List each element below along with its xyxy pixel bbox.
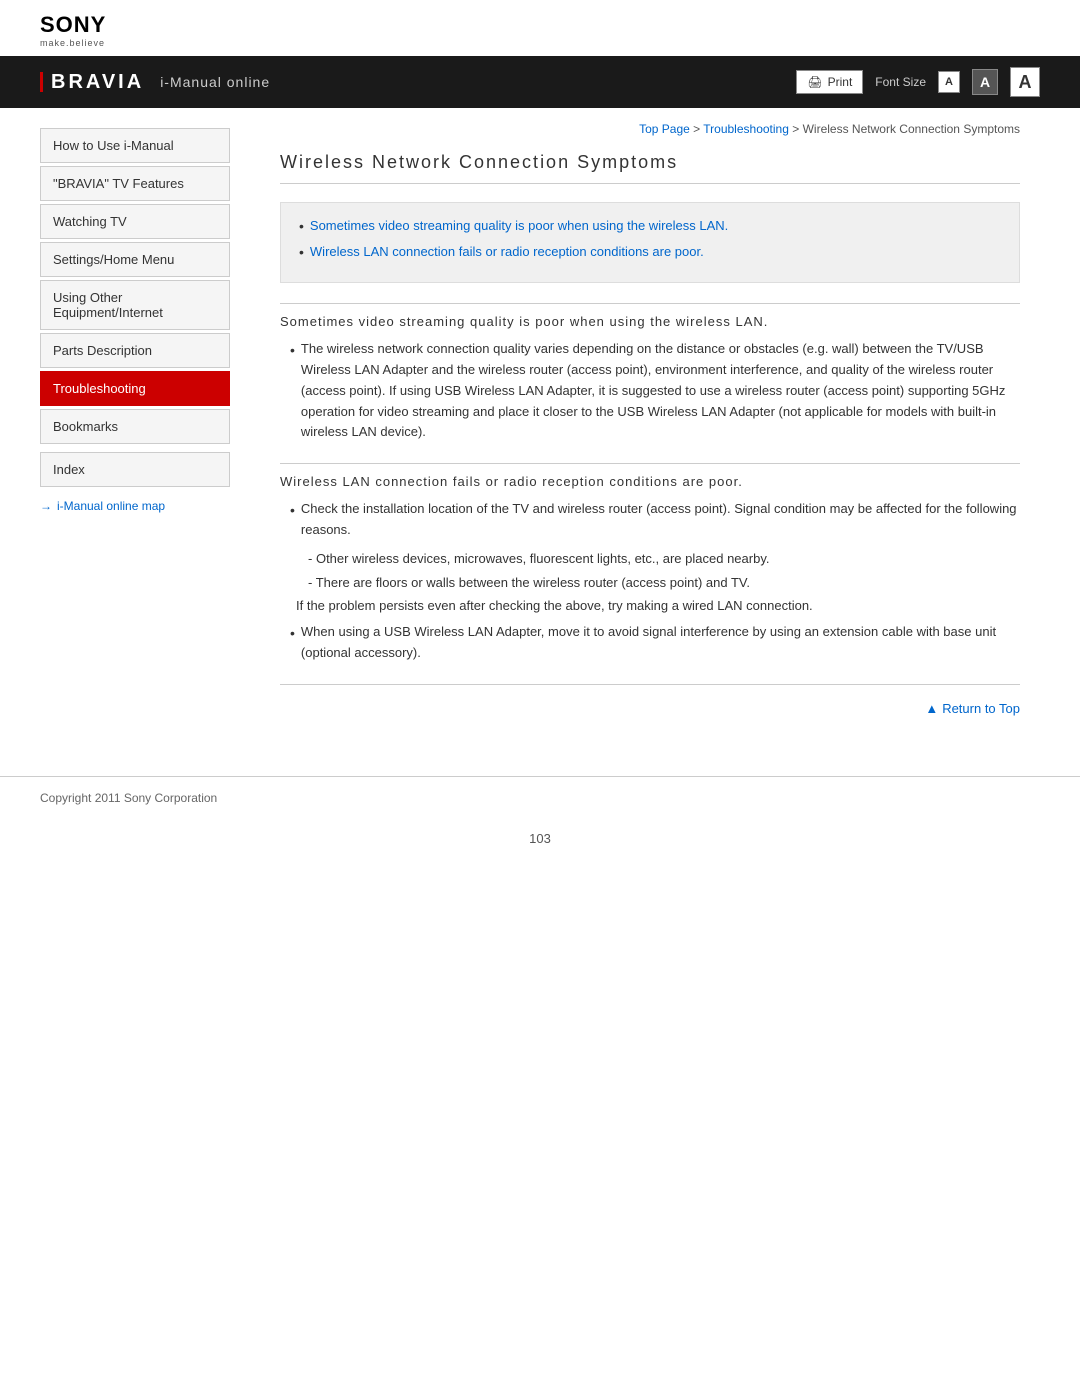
triangle-up-icon: ▲ <box>925 701 938 716</box>
font-size-label: Font Size <box>875 75 926 89</box>
summary-box: Sometimes video streaming quality is poo… <box>280 202 1020 283</box>
sidebar: How to Use i-Manual "BRAVIA" TV Features… <box>40 108 250 756</box>
section2-note: If the problem persists even after check… <box>280 596 1020 617</box>
nav-right: 🖨 Print Font Size A A A <box>796 67 1040 97</box>
section2-bullet1: Check the installation location of the T… <box>290 499 1020 541</box>
section2-content: Check the installation location of the T… <box>280 499 1020 664</box>
section1-heading: Sometimes video streaming quality is poo… <box>280 303 1020 329</box>
font-small-button[interactable]: A <box>938 71 960 93</box>
sidebar-index[interactable]: Index <box>40 452 230 487</box>
sidebar-item-watching-tv[interactable]: Watching TV <box>40 204 230 239</box>
section2-dash2: There are floors or walls between the wi… <box>280 573 1020 594</box>
return-to-top-link[interactable]: ▲ Return to Top <box>925 701 1020 716</box>
imanual-label: i-Manual online <box>160 74 270 90</box>
section2-bullet2: When using a USB Wireless LAN Adapter, m… <box>290 622 1020 664</box>
font-medium-button[interactable]: A <box>972 69 998 95</box>
breadcrumb-current: Wireless Network Connection Symptoms <box>803 122 1020 136</box>
content-area: Top Page > Troubleshooting > Wireless Ne… <box>250 108 1040 756</box>
section2-heading: Wireless LAN connection fails or radio r… <box>280 463 1020 489</box>
footer: Copyright 2011 Sony Corporation <box>0 776 1080 819</box>
section1-bullet1: The wireless network connection quality … <box>290 339 1020 443</box>
breadcrumb-troubleshooting[interactable]: Troubleshooting <box>703 122 789 136</box>
font-large-button[interactable]: A <box>1010 67 1040 97</box>
main-layout: How to Use i-Manual "BRAVIA" TV Features… <box>0 108 1080 756</box>
imanual-map-link[interactable]: → i-Manual online map <box>40 499 230 513</box>
sidebar-item-using-other[interactable]: Using Other Equipment/Internet <box>40 280 230 330</box>
copyright-text: Copyright 2011 Sony Corporation <box>40 791 217 805</box>
page-number: 103 <box>0 819 1080 866</box>
bravia-logo: BRAVIA <box>40 71 144 94</box>
section2-dash1: Other wireless devices, microwaves, fluo… <box>280 549 1020 570</box>
section1-content: The wireless network connection quality … <box>280 339 1020 443</box>
sony-logo: SONY make.believe <box>40 12 1040 48</box>
bravia-section: BRAVIA i-Manual online <box>40 71 270 94</box>
page-title: Wireless Network Connection Symptoms <box>280 152 1020 184</box>
breadcrumb-top-page[interactable]: Top Page <box>639 122 690 136</box>
return-top: ▲ Return to Top <box>280 684 1020 726</box>
sidebar-item-bookmarks[interactable]: Bookmarks <box>40 409 230 444</box>
sidebar-item-settings[interactable]: Settings/Home Menu <box>40 242 230 277</box>
summary-item-2: Wireless LAN connection fails or radio r… <box>299 243 1001 263</box>
top-bar: SONY make.believe <box>0 0 1080 56</box>
arrow-icon: → <box>40 499 52 513</box>
sidebar-item-parts[interactable]: Parts Description <box>40 333 230 368</box>
summary-link-2[interactable]: Wireless LAN connection fails or radio r… <box>310 243 704 261</box>
nav-bar: BRAVIA i-Manual online 🖨 Print Font Size… <box>0 56 1080 108</box>
sidebar-item-troubleshooting[interactable]: Troubleshooting <box>40 371 230 406</box>
summary-list: Sometimes video streaming quality is poo… <box>299 217 1001 262</box>
summary-link-1[interactable]: Sometimes video streaming quality is poo… <box>310 217 728 235</box>
sidebar-item-bravia-features[interactable]: "BRAVIA" TV Features <box>40 166 230 201</box>
print-icon: 🖨 <box>807 75 822 89</box>
summary-item-1: Sometimes video streaming quality is poo… <box>299 217 1001 237</box>
sidebar-item-how-to-use[interactable]: How to Use i-Manual <box>40 128 230 163</box>
print-button[interactable]: 🖨 Print <box>796 70 863 94</box>
breadcrumb: Top Page > Troubleshooting > Wireless Ne… <box>280 122 1020 136</box>
